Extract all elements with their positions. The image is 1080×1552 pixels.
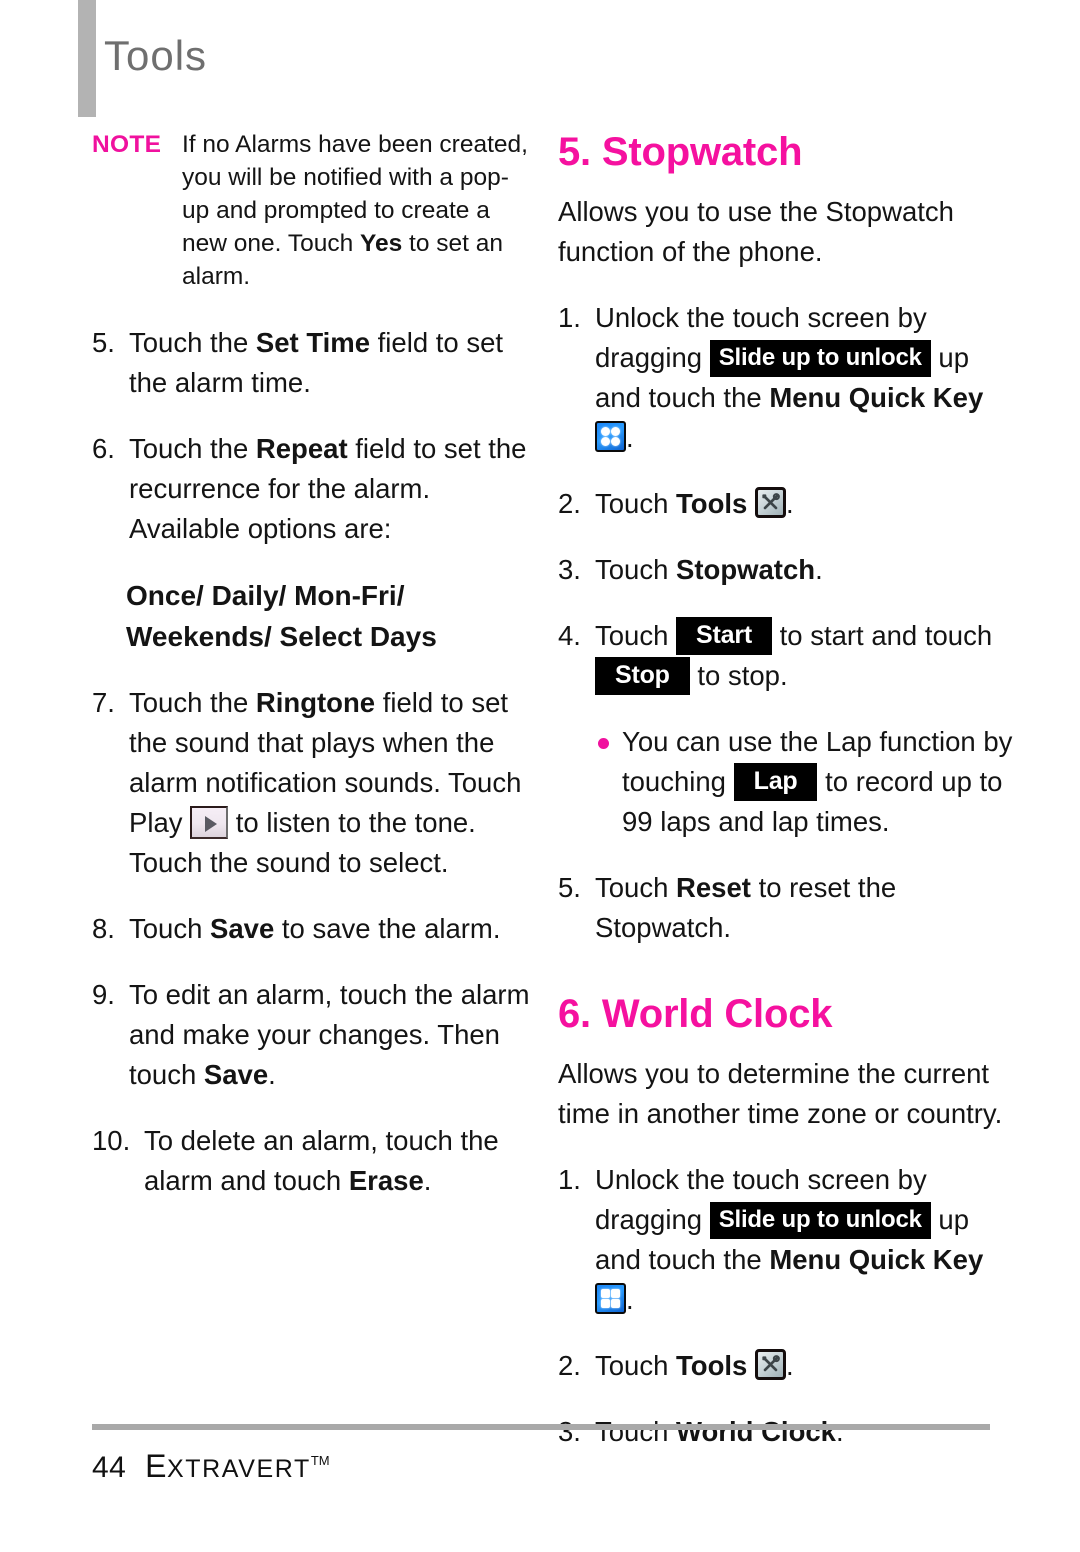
left-column: NOTE If no Alarms have been created, you… [92, 128, 532, 1227]
item-number: 10. [92, 1125, 131, 1156]
stopwatch-description: Allows you to use the Stopwatch function… [558, 196, 954, 267]
start-button-badge[interactable]: Start [676, 617, 772, 655]
reset-keyword: Reset [676, 872, 751, 903]
erase-keyword: Erase [348, 1165, 424, 1196]
item-text-post: to save the alarm. [274, 913, 501, 944]
item-text-pre: Touch [595, 488, 677, 519]
note-line-4-pre: one. Touch [233, 230, 360, 257]
item-text-pre: Touch [595, 620, 677, 651]
list-item: 8. Touch Save to save the alarm. [92, 909, 532, 949]
item-text-pre: To delete an alarm, touch the alarm and … [144, 1125, 499, 1196]
section-heading-stopwatch: 5. Stopwatch [558, 130, 803, 174]
note-line-1: If no Alarms have been created, [182, 131, 528, 158]
right-column: 5. Stopwatch Allows you to use the Stopw… [558, 128, 1013, 1478]
save-keyword: Save [210, 913, 275, 944]
trademark-symbol: TM [310, 1453, 330, 1468]
menu-quick-key-keyword: Menu Quick Key [769, 382, 984, 413]
item-text-mid: to start and touch [772, 620, 993, 651]
item-text-pre: Touch [129, 913, 211, 944]
item-number: 4. [558, 620, 581, 651]
item-number: 2. [558, 1350, 581, 1381]
slide-up-to-unlock-badge[interactable]: Slide up to unlock [709, 1202, 931, 1239]
repeat-keyword: Repeat [255, 433, 348, 464]
tools-icon [754, 487, 786, 518]
item-number: 8. [92, 913, 115, 944]
note-yes-keyword: Yes [360, 230, 403, 257]
bullet-icon [598, 738, 609, 749]
item-text-post: . [785, 488, 794, 519]
page-title: Tools [104, 32, 208, 79]
item-number: 9. [92, 979, 115, 1010]
repeat-options-list: Once/ Daily/ Mon-Fri/ Weekends/ Select D… [126, 580, 437, 652]
item-text-pre: Touch the [129, 327, 256, 358]
list-item: 1. Unlock the touch screen by dragging Sl… [558, 1160, 1013, 1320]
item-number: 7. [92, 687, 115, 718]
list-item: 3. Touch Stopwatch. [558, 550, 1013, 590]
item-number: 6. [92, 433, 115, 464]
list-item: 10. To delete an alarm, touch the alarm a… [92, 1121, 532, 1201]
item-text-pre: Touch [595, 872, 677, 903]
footer-divider [92, 1424, 990, 1430]
note-block: NOTE If no Alarms have been created, you… [92, 128, 532, 293]
item-number: 2. [558, 488, 581, 519]
page-footer: 44 EXTRAVERTTM [92, 1424, 992, 1485]
brand-name: XTRAVERT [167, 1455, 311, 1483]
note-body: If no Alarms have been created, you will… [182, 128, 532, 293]
tools-keyword: Tools [676, 488, 748, 519]
play-icon [190, 806, 229, 839]
item-text-pre: To edit an alarm, touch the alarm and ma… [129, 979, 530, 1090]
menu-quick-key-icon [595, 421, 626, 452]
item-text-post: . [626, 422, 634, 453]
item-text-post: . [785, 1350, 794, 1381]
header-accent-bar [78, 0, 96, 117]
item-text-pre: Touch the [129, 433, 256, 464]
brand-initial: E [145, 1448, 167, 1484]
item-number: 5. [92, 327, 115, 358]
save-keyword: Save [203, 1059, 269, 1090]
list-item: 2. Touch Tools . [558, 484, 1013, 524]
footer-text: 44 EXTRAVERTTM [92, 1448, 992, 1485]
item-number: 1. [558, 1164, 581, 1195]
list-item: 3. Touch World Clock. [558, 1412, 1013, 1452]
menu-quick-key-icon [595, 1283, 626, 1314]
list-item: 7. Touch the Ringtone field to set the so… [92, 683, 532, 883]
slide-up-to-unlock-badge[interactable]: Slide up to unlock [709, 340, 931, 377]
item-text-post: . [835, 1416, 844, 1447]
tools-keyword: Tools [676, 1350, 748, 1381]
item-text-pre: Touch the [129, 687, 256, 718]
lap-button-badge[interactable]: Lap [733, 763, 818, 801]
item-number: 1. [558, 302, 581, 333]
stop-button-badge[interactable]: Stop [595, 657, 690, 695]
list-item: 5. Touch the Set Time field to set the al… [92, 323, 532, 403]
lap-bullet-item: You can use the Lap function by touching… [598, 722, 1013, 842]
tools-icon [754, 1349, 786, 1380]
item-text-post: . [626, 1284, 634, 1315]
item-number: 3. [558, 554, 581, 585]
page-header: Tools [0, 0, 1080, 120]
list-item: 4. Touch Start to start and touch Stop to… [558, 616, 1013, 696]
list-item: 1. Unlock the touch screen by dragging Sl… [558, 298, 1013, 458]
item-text-pre: Touch [595, 554, 677, 585]
page-number: 44 [92, 1451, 127, 1484]
set-time-keyword: Set Time [255, 327, 371, 358]
note-label: NOTE [92, 131, 162, 158]
item-text-post: to stop. [689, 660, 788, 691]
stopwatch-keyword: Stopwatch [676, 554, 816, 585]
ringtone-keyword: Ringtone [255, 687, 376, 718]
item-text-pre: Touch [595, 1350, 677, 1381]
list-item: 9. To edit an alarm, touch the alarm and … [92, 975, 532, 1095]
list-item: 5. Touch Reset to reset the Stopwatch. [558, 868, 1013, 948]
item-text-post: . [815, 554, 823, 585]
item-number: 5. [558, 872, 581, 903]
item-text-post: . [268, 1059, 276, 1090]
item-text-pre: Touch [595, 1416, 677, 1447]
section-heading-world-clock: 6. World Clock [558, 992, 833, 1036]
world-clock-keyword: World Clock [676, 1416, 836, 1447]
list-item: 2. Touch Tools . [558, 1346, 1013, 1386]
list-item: 6. Touch the Repeat field to set the recu… [92, 429, 532, 549]
world-clock-description: Allows you to determine the current time… [558, 1058, 1003, 1129]
item-number: 3. [558, 1416, 581, 1447]
menu-quick-key-keyword: Menu Quick Key [769, 1244, 984, 1275]
item-text-post: . [423, 1165, 432, 1196]
